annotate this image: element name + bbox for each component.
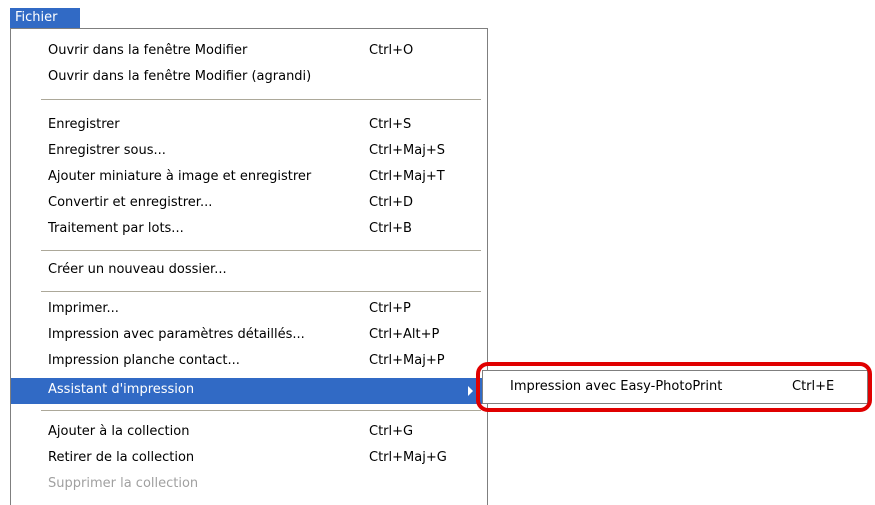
menu-item-enregistrer-sous[interactable]: Enregistrer sous... Ctrl+Maj+S (11, 139, 487, 165)
menu-item-assistant-impression[interactable]: Assistant d'impression (11, 378, 487, 404)
menu-item-shortcut: Ctrl+S (369, 117, 412, 132)
menu-item-label: Ouvrir dans la fenêtre Modifier (48, 43, 248, 58)
menu-item-creer-dossier[interactable]: Créer un nouveau dossier... (11, 258, 487, 284)
menu-item-shortcut: Ctrl+O (369, 43, 414, 58)
menu-item-label: Enregistrer sous... (48, 143, 166, 158)
menu-item-ajouter-miniature[interactable]: Ajouter miniature à image et enregistrer… (11, 165, 487, 191)
menu-separator (41, 250, 481, 251)
menu-item-shortcut: Ctrl+Maj+G (369, 450, 447, 465)
menu-separator (41, 291, 481, 292)
menu-item-imprimer[interactable]: Imprimer... Ctrl+P (11, 297, 487, 323)
menu-item-convertir-enregistrer[interactable]: Convertir et enregistrer... Ctrl+D (11, 191, 487, 217)
menu-item-label: Ajouter miniature à image et enregistrer (48, 169, 312, 184)
menu-item-shortcut: Ctrl+P (369, 301, 411, 316)
menu-item-ajouter-collection[interactable]: Ajouter à la collection Ctrl+G (11, 420, 487, 446)
menu-separator (41, 410, 481, 411)
menu-item-shortcut: Ctrl+Maj+P (369, 353, 445, 368)
menu-fichier[interactable]: Fichier (10, 8, 80, 28)
menu-separator (41, 99, 481, 100)
menu-item-shortcut: Ctrl+Maj+T (369, 169, 445, 184)
menu-item-label: Impression avec paramètres détaillés... (48, 327, 305, 342)
menu-item-planche-contact[interactable]: Impression planche contact... Ctrl+Maj+P (11, 349, 487, 375)
submenu-assistant-impression[interactable]: Impression avec Easy-PhotoPrint Ctrl+E (482, 370, 868, 404)
menu-item-label: Créer un nouveau dossier... (48, 262, 227, 277)
menu-item-ouvrir-modifier-agrandi[interactable]: Ouvrir dans la fenêtre Modifier (agrandi… (11, 65, 487, 91)
submenu-arrow-icon (468, 386, 473, 396)
menu-item-label: Impression planche contact... (48, 353, 240, 368)
menu-item-label: Supprimer la collection (48, 476, 199, 491)
menu-item-label: Convertir et enregistrer... (48, 195, 213, 210)
menu-item-shortcut: Ctrl+B (369, 221, 412, 236)
menu-item-shortcut: Ctrl+G (369, 424, 414, 439)
menu-item-traitement-par-lots[interactable]: Traitement par lots... Ctrl+B (11, 217, 487, 243)
menu-item-shortcut: Ctrl+D (369, 195, 414, 210)
menu-item-impression-parametres[interactable]: Impression avec paramètres détaillés... … (11, 323, 487, 349)
menu-item-shortcut: Ctrl+Maj+S (369, 143, 445, 158)
menu-item-label: Traitement par lots... (48, 221, 184, 236)
submenu-item-shortcut: Ctrl+E (792, 379, 835, 394)
menu-item-supprimer-collection: Supprimer la collection (11, 472, 487, 498)
menu-item-shortcut: Ctrl+Alt+P (369, 327, 440, 342)
submenu-item-label: Impression avec Easy-PhotoPrint (510, 379, 723, 394)
menu-item-ouvrir-modifier[interactable]: Ouvrir dans la fenêtre Modifier Ctrl+O (11, 39, 487, 65)
menu-item-label: Assistant d'impression (48, 382, 195, 397)
menu-item-label: Imprimer... (48, 301, 119, 316)
menu-item-label: Retirer de la collection (48, 450, 195, 465)
menu-item-label: Ouvrir dans la fenêtre Modifier (agrandi… (48, 69, 312, 84)
menu-item-label: Enregistrer (48, 117, 120, 132)
menu-item-retirer-collection[interactable]: Retirer de la collection Ctrl+Maj+G (11, 446, 487, 472)
menu-item-enregistrer[interactable]: Enregistrer Ctrl+S (11, 113, 487, 139)
file-menu-dropdown: Ouvrir dans la fenêtre Modifier Ctrl+O O… (10, 28, 488, 505)
menu-item-label: Ajouter à la collection (48, 424, 190, 439)
